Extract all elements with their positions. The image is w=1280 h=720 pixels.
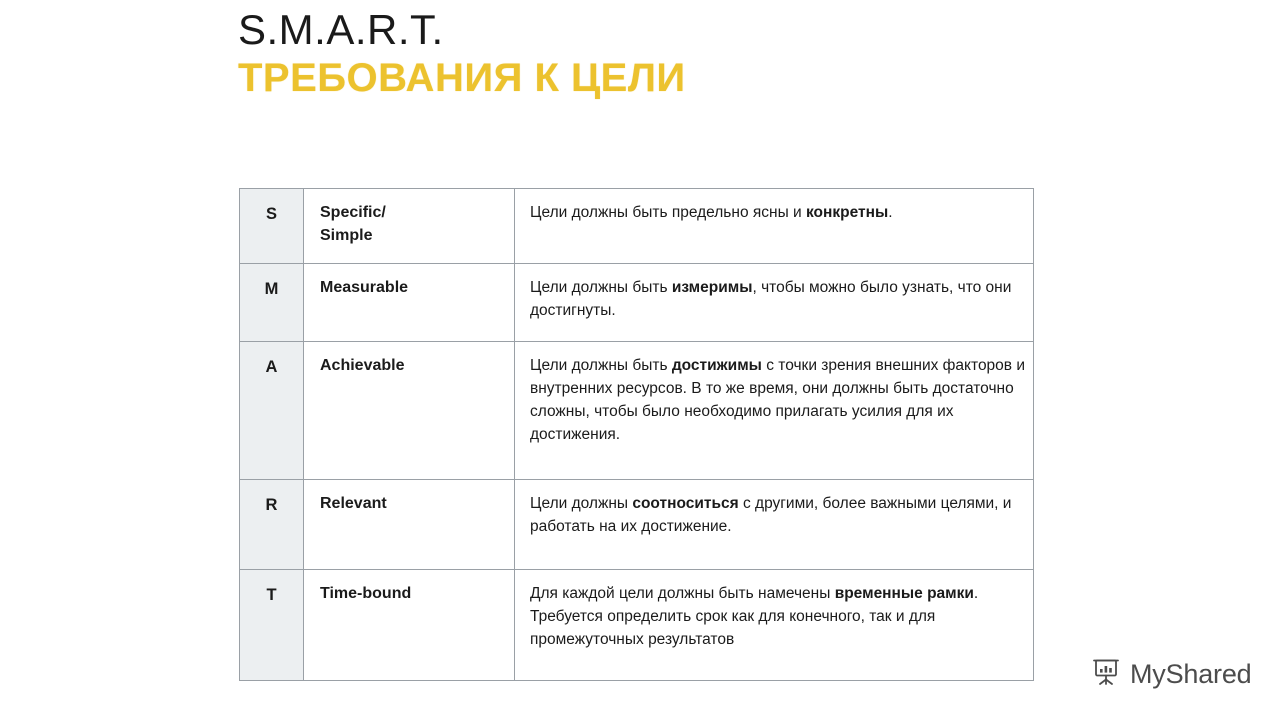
smart-term-t: Time-bound bbox=[320, 585, 412, 603]
table-row: T Time-bound Для каждой цели должны быть… bbox=[239, 569, 1034, 682]
smart-term-m: Measurable bbox=[320, 279, 409, 297]
table-row: M Measurable Цели должны быть измеримы, … bbox=[239, 263, 1034, 343]
table-cell-term: Achievable bbox=[303, 341, 515, 481]
table-row: S Specific/Simple Цели должны быть преде… bbox=[239, 187, 1034, 265]
presentation-chart-icon bbox=[1092, 657, 1122, 692]
table-cell-description: Цели должны быть предельно ясны и конкре… bbox=[514, 187, 1034, 265]
table-cell-description: Цели должны быть достижимы с точки зрени… bbox=[514, 341, 1034, 481]
smart-term-a: Achievable bbox=[320, 357, 405, 375]
table-cell-term: Time-bound bbox=[303, 569, 515, 682]
slide-title-block: S.M.A.R.T. ТРЕБОВАНИЯ К ЦЕЛИ bbox=[238, 6, 1138, 101]
page-title: S.M.A.R.T. bbox=[238, 6, 444, 53]
table-cell-term: Specific/Simple bbox=[303, 187, 515, 265]
table-cell-description: Для каждой цели должны быть намечены вре… bbox=[514, 569, 1034, 682]
page-subtitle: ТРЕБОВАНИЯ К ЦЕЛИ bbox=[238, 56, 686, 101]
table-cell-letter: T bbox=[239, 569, 304, 682]
smart-description-s: Цели должны быть предельно ясны и конкре… bbox=[530, 204, 893, 221]
smart-table-body: S Specific/Simple Цели должны быть преде… bbox=[239, 187, 1034, 682]
smart-letter-m: M bbox=[264, 280, 279, 299]
term-line-2: Simple bbox=[320, 226, 373, 244]
smart-letter-t: T bbox=[266, 586, 277, 605]
smart-description-t: Для каждой цели должны быть намечены вре… bbox=[530, 585, 979, 649]
smart-criteria-table: S Specific/Simple Цели должны быть преде… bbox=[239, 187, 1034, 682]
table-cell-letter: R bbox=[239, 479, 304, 571]
smart-letter-a: A bbox=[265, 358, 278, 377]
table-row: R Relevant Цели должны соотноситься с др… bbox=[239, 479, 1034, 571]
smart-description-r: Цели должны соотноситься с другими, боле… bbox=[530, 495, 1012, 536]
smart-description-a: Цели должны быть достижимы с точки зрени… bbox=[530, 357, 1025, 444]
myshared-watermark: MyShared bbox=[1092, 657, 1252, 692]
table-row: A Achievable Цели должны быть достижимы … bbox=[239, 341, 1034, 481]
smart-letter-r: R bbox=[265, 496, 278, 515]
smart-term-r: Relevant bbox=[320, 495, 387, 513]
table-cell-letter: S bbox=[239, 187, 304, 265]
table-cell-term: Measurable bbox=[303, 263, 515, 343]
table-cell-description: Цели должны быть измеримы, чтобы можно б… bbox=[514, 263, 1034, 343]
smart-description-m: Цели должны быть измеримы, чтобы можно б… bbox=[530, 279, 1012, 320]
table-cell-letter: A bbox=[239, 341, 304, 481]
table-cell-term: Relevant bbox=[303, 479, 515, 571]
table-cell-letter: M bbox=[239, 263, 304, 343]
smart-letter-s: S bbox=[265, 205, 277, 223]
myshared-watermark-label: MyShared bbox=[1130, 659, 1252, 689]
table-cell-description: Цели должны соотноситься с другими, боле… bbox=[514, 479, 1034, 571]
term-line-1: Specific/ bbox=[320, 204, 386, 221]
smart-term-s: Specific/Simple bbox=[304, 189, 514, 263]
